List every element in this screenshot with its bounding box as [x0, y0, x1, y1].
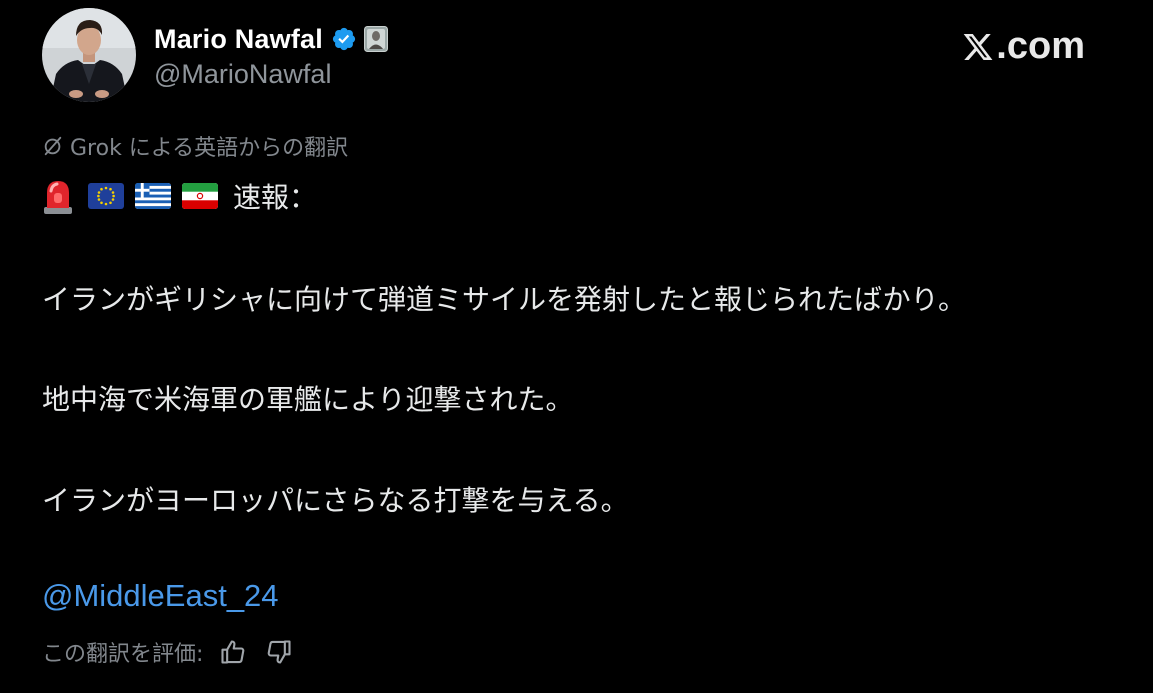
display-name[interactable]: Mario Nawfal — [154, 24, 323, 55]
author-handle[interactable]: @MarioNawfal — [154, 59, 331, 90]
greece-flag-icon — [135, 183, 171, 209]
paragraph-2: 地中海で米海軍の軍艦により迎撃された。 — [42, 383, 574, 416]
x-logo-icon — [963, 33, 993, 60]
rotating-light-icon — [44, 181, 72, 214]
thumbs-down-icon — [268, 640, 291, 664]
thumbs-up-icon — [221, 640, 245, 664]
thumbs-down-button[interactable] — [263, 636, 295, 668]
paragraph-3: イランがヨーロッパにさらなる打撃を与える。 — [42, 484, 629, 517]
headline: 速報： — [233, 181, 318, 214]
brand-domain: .com — [996, 25, 1085, 67]
grok-icon — [44, 136, 62, 156]
affiliate-badge-icon[interactable] — [363, 26, 388, 52]
eu-flag-icon — [88, 183, 124, 209]
translation-attribution: Grok による英語からの翻訳 — [42, 130, 348, 162]
post-header: Mario Nawfal @MarioNawfal .com — [42, 8, 1153, 104]
paragraph-1: イランがギリシャに向けて弾道ミサイルを発射したと報じられたばかり。 — [42, 283, 967, 316]
iran-flag-icon — [182, 183, 218, 209]
rate-label: この翻訳を評価: — [42, 642, 204, 667]
headline-row: 速報： — [42, 176, 317, 216]
avatar[interactable] — [42, 8, 136, 102]
translation-label: Grok による英語からの翻訳 — [70, 136, 349, 161]
name-row: Mario Nawfal — [154, 22, 388, 56]
thumbs-up-button[interactable] — [217, 636, 249, 668]
mention-link[interactable]: @MiddleEast_24 — [42, 578, 279, 614]
rate-translation: この翻訳を評価: — [42, 636, 295, 668]
verified-badge-icon — [332, 27, 356, 51]
brand-watermark: .com — [962, 25, 1085, 68]
